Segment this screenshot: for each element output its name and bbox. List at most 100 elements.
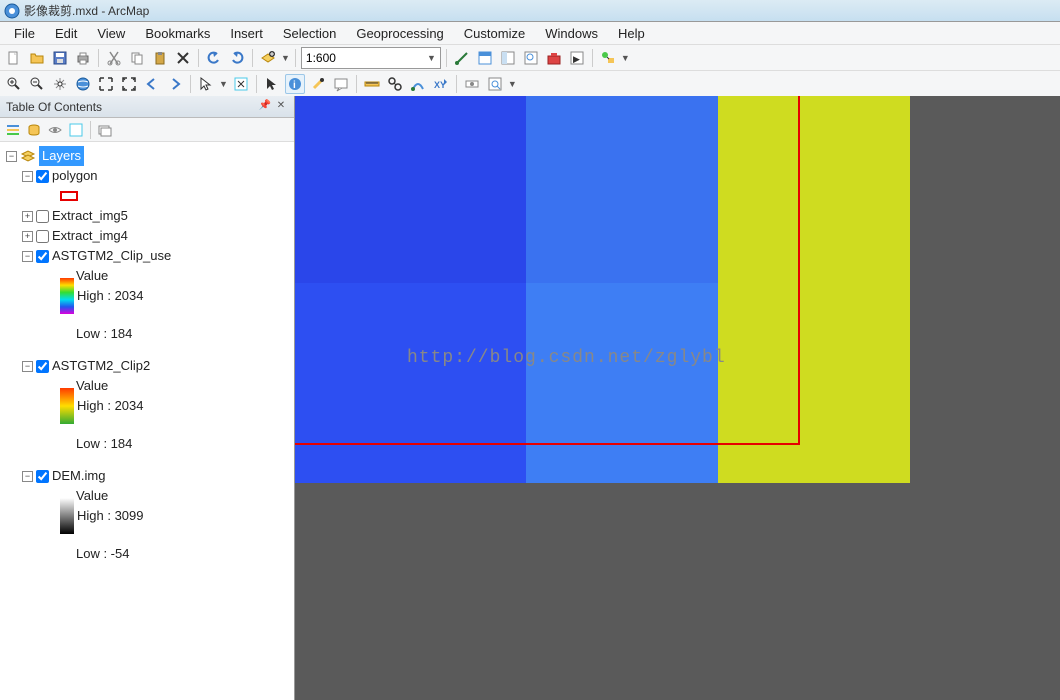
raster-cell [295,443,526,483]
chevron-down-icon[interactable]: ▼ [427,53,436,63]
low-label: Low : 184 [76,434,132,454]
search-window-icon[interactable] [521,48,541,68]
layer-checkbox[interactable] [36,170,49,183]
select-features-icon[interactable] [196,74,216,94]
map-scale-input[interactable]: 1:600 ▼ [301,47,441,69]
python-window-icon[interactable]: ▶ [567,48,587,68]
layer-label: DEM.img [52,466,105,486]
menu-bookmarks[interactable]: Bookmarks [135,24,220,43]
expander-icon[interactable]: − [6,151,17,162]
list-drawing-order-icon[interactable] [4,121,22,139]
raster-cell [526,443,718,483]
tree-root-layers[interactable]: − Layers [6,146,288,166]
redo-icon[interactable] [227,48,247,68]
expander-icon[interactable]: − [22,171,33,182]
low-label: Low : -54 [76,544,129,564]
list-visibility-icon[interactable] [46,121,64,139]
layer-checkbox[interactable] [36,250,49,263]
expander-icon[interactable]: + [22,231,33,242]
open-icon[interactable] [27,48,47,68]
full-extent-icon[interactable] [73,74,93,94]
expander-icon[interactable]: − [22,251,33,262]
expander-icon[interactable]: + [22,211,33,222]
map-view[interactable]: http://blog.csdn.net/zglybl [295,96,1060,700]
editor-toolbar-icon[interactable] [452,48,472,68]
main-area: Table Of Contents 📌 ✕ − Layers − polygon [0,96,1060,700]
find-icon[interactable] [385,74,405,94]
select-elements-icon[interactable] [262,74,282,94]
clear-selection-icon[interactable] [231,74,251,94]
toc-icon[interactable] [475,48,495,68]
menu-customize[interactable]: Customize [454,24,535,43]
high-value-row: High : 3099 [6,506,288,526]
layer-extract4[interactable]: + Extract_img4 [6,226,288,246]
go-to-xy-icon[interactable]: XY [431,74,451,94]
layer-label: ASTGTM2_Clip2 [52,356,150,376]
viewer-window-icon[interactable] [485,74,505,94]
menu-edit[interactable]: Edit [45,24,87,43]
menu-bar: File Edit View Bookmarks Insert Selectio… [0,22,1060,44]
cut-icon[interactable] [104,48,124,68]
layer-checkbox[interactable] [36,210,49,223]
hyperlink-icon[interactable] [308,74,328,94]
toc-title: Table Of Contents [6,100,102,114]
menu-help[interactable]: Help [608,24,655,43]
measure-icon[interactable] [362,74,382,94]
layer-checkbox[interactable] [36,470,49,483]
layer-tree: − Layers − polygon + Extract_img5 + Extr [0,142,294,568]
expander-icon[interactable]: − [22,361,33,372]
layer-extract5[interactable]: + Extract_img5 [6,206,288,226]
map-scale-value: 1:600 [306,51,336,65]
copy-icon[interactable] [127,48,147,68]
catalog-icon[interactable] [498,48,518,68]
html-popup-icon[interactable] [331,74,351,94]
high-label: High : 2034 [77,286,144,306]
color-ramp-icon [60,278,74,314]
layer-clip2[interactable]: − ASTGTM2_Clip2 [6,356,288,376]
add-data-icon[interactable] [258,48,278,68]
paste-icon[interactable] [150,48,170,68]
high-value-row: High : 2034 [6,286,288,306]
menu-file[interactable]: File [4,24,45,43]
fixed-zoom-out-icon[interactable] [119,74,139,94]
polygon-symbol[interactable] [60,191,78,201]
pin-icon[interactable]: 📌 [258,100,272,114]
high-value-row: High : 2034 [6,396,288,416]
menu-insert[interactable]: Insert [220,24,273,43]
layers-icon [20,148,36,164]
fixed-zoom-in-icon[interactable] [96,74,116,94]
layer-checkbox[interactable] [36,230,49,243]
close-icon[interactable]: ✕ [274,100,288,114]
list-selection-icon[interactable] [67,121,85,139]
forward-extent-icon[interactable] [165,74,185,94]
layer-checkbox[interactable] [36,360,49,373]
model-builder-icon[interactable] [598,48,618,68]
polygon-symbol-row [6,186,288,206]
new-icon[interactable] [4,48,24,68]
list-source-icon[interactable] [25,121,43,139]
zoom-in-icon[interactable] [4,74,24,94]
back-extent-icon[interactable] [142,74,162,94]
delete-icon[interactable] [173,48,193,68]
arc-toolbox-icon[interactable] [544,48,564,68]
layer-dem[interactable]: − DEM.img [6,466,288,486]
undo-icon[interactable] [204,48,224,68]
polygon-feature [295,96,800,445]
layer-clip-use[interactable]: − ASTGTM2_Clip_use [6,246,288,266]
save-icon[interactable] [50,48,70,68]
standard-toolbar: ▼ 1:600 ▼ ▶ ▼ [0,44,1060,70]
find-route-icon[interactable] [408,74,428,94]
menu-windows[interactable]: Windows [535,24,608,43]
time-slider-icon[interactable] [462,74,482,94]
identify-icon[interactable]: i [285,74,305,94]
menu-geoprocessing[interactable]: Geoprocessing [346,24,453,43]
expander-icon[interactable]: − [22,471,33,482]
menu-view[interactable]: View [87,24,135,43]
menu-selection[interactable]: Selection [273,24,346,43]
print-icon[interactable] [73,48,93,68]
zoom-out-icon[interactable] [27,74,47,94]
pan-icon[interactable] [50,74,70,94]
options-icon[interactable] [96,121,114,139]
color-ramp-icon [60,388,74,424]
layer-polygon[interactable]: − polygon [6,166,288,186]
